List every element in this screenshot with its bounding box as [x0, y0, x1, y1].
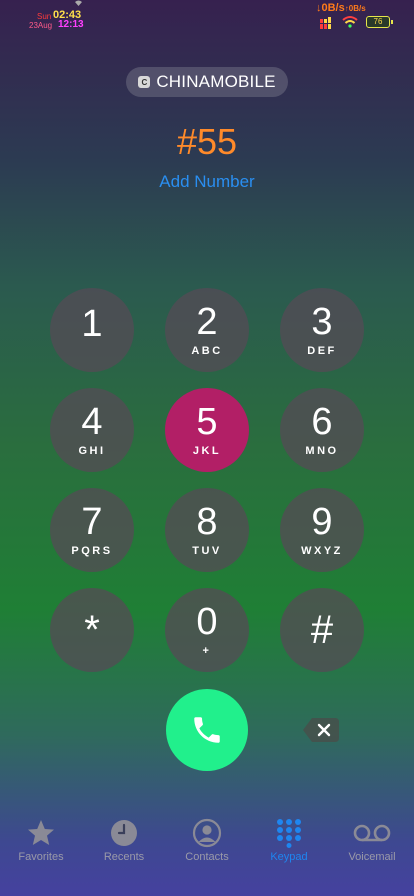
key-digit: 8 [196, 500, 218, 543]
star-icon [28, 820, 54, 845]
key-7[interactable]: 7 PQRS [50, 488, 134, 572]
notification-dot-icon [75, 0, 82, 6]
key-0[interactable]: 0 + [165, 588, 249, 672]
tab-recents[interactable]: Recents [83, 808, 165, 863]
phone-icon [194, 717, 220, 743]
status-time-secondary: 12:13 [58, 19, 84, 30]
key-6[interactable]: 6 MNO [280, 388, 364, 472]
key-digit: * [84, 608, 100, 652]
key-9[interactable]: 9 WXYZ [280, 488, 364, 572]
key-letters: MNO [305, 444, 339, 457]
key-2[interactable]: 2 ABC [165, 288, 249, 372]
tab-contacts-label: Contacts [185, 851, 229, 863]
network-up-speed: ↑0B/s [344, 4, 366, 13]
key-4[interactable]: 4 GHI [50, 388, 134, 472]
status-day: Sun [37, 12, 52, 21]
carrier-selector[interactable]: C CHINAMOBILE [126, 67, 288, 97]
status-bar: Sun 02:43 23Aug 12:13 ↓0B/s↑0B/s 76 [0, 0, 414, 36]
key-digit: 5 [196, 400, 218, 443]
key-digit: 4 [81, 400, 103, 443]
network-down-speed: ↓0B/s [316, 2, 345, 14]
key-digit: 2 [196, 300, 218, 343]
key-letters: TUV [192, 544, 222, 557]
key-digit: 0 [196, 600, 218, 643]
keypad-icon [277, 819, 301, 848]
tab-voicemail[interactable]: Voicemail [331, 808, 413, 863]
sim-icon: C [138, 76, 151, 88]
key-5[interactable]: 5 JKL [165, 388, 249, 472]
carrier-name: CHINAMOBILE [156, 72, 276, 91]
voicemail-icon [353, 824, 391, 842]
key-letters: JKL [192, 444, 222, 457]
status-date: 23Aug [29, 21, 53, 30]
tab-contacts[interactable]: Contacts [166, 808, 248, 863]
cellular-signal-icon [320, 17, 331, 29]
delete-button[interactable] [302, 717, 340, 743]
network-speed: ↓0B/s↑0B/s [316, 2, 366, 14]
key-digit: 3 [311, 300, 333, 343]
add-number-link[interactable]: Add Number [0, 172, 414, 192]
key-hash[interactable]: # [280, 588, 364, 672]
wifi-icon [342, 16, 358, 28]
dialed-number: #55 [176, 121, 238, 162]
tab-keypad[interactable]: Keypad [248, 808, 330, 863]
key-digit: 7 [81, 500, 103, 543]
key-letters: GHI [78, 444, 106, 457]
key-star[interactable]: * [50, 588, 134, 672]
key-digit: 6 [311, 400, 333, 443]
tab-keypad-label: Keypad [270, 851, 308, 863]
key-letters: WXYZ [301, 544, 343, 557]
tab-recents-label: Recents [103, 851, 145, 863]
call-button[interactable] [166, 689, 248, 771]
tab-bar: Favorites Recents Contacts Keypad Voicem… [0, 808, 414, 896]
key-letters: DEF [307, 344, 337, 357]
tab-favorites-label: Favorites [18, 851, 64, 863]
tab-voicemail-label: Voicemail [348, 851, 396, 863]
battery-level: 76 [366, 16, 393, 28]
key-digit: 9 [311, 500, 333, 543]
key-letters: ABC [191, 344, 223, 357]
key-digit: 1 [81, 303, 103, 345]
clock-icon [111, 820, 137, 846]
key-3[interactable]: 3 DEF [280, 288, 364, 372]
person-icon [192, 818, 222, 848]
key-8[interactable]: 8 TUV [165, 488, 249, 572]
key-letters: + [202, 644, 212, 657]
tab-favorites[interactable]: Favorites [0, 808, 82, 863]
key-1[interactable]: 1 [50, 288, 134, 372]
key-letters: PQRS [71, 544, 113, 557]
key-digit: # [310, 608, 334, 652]
